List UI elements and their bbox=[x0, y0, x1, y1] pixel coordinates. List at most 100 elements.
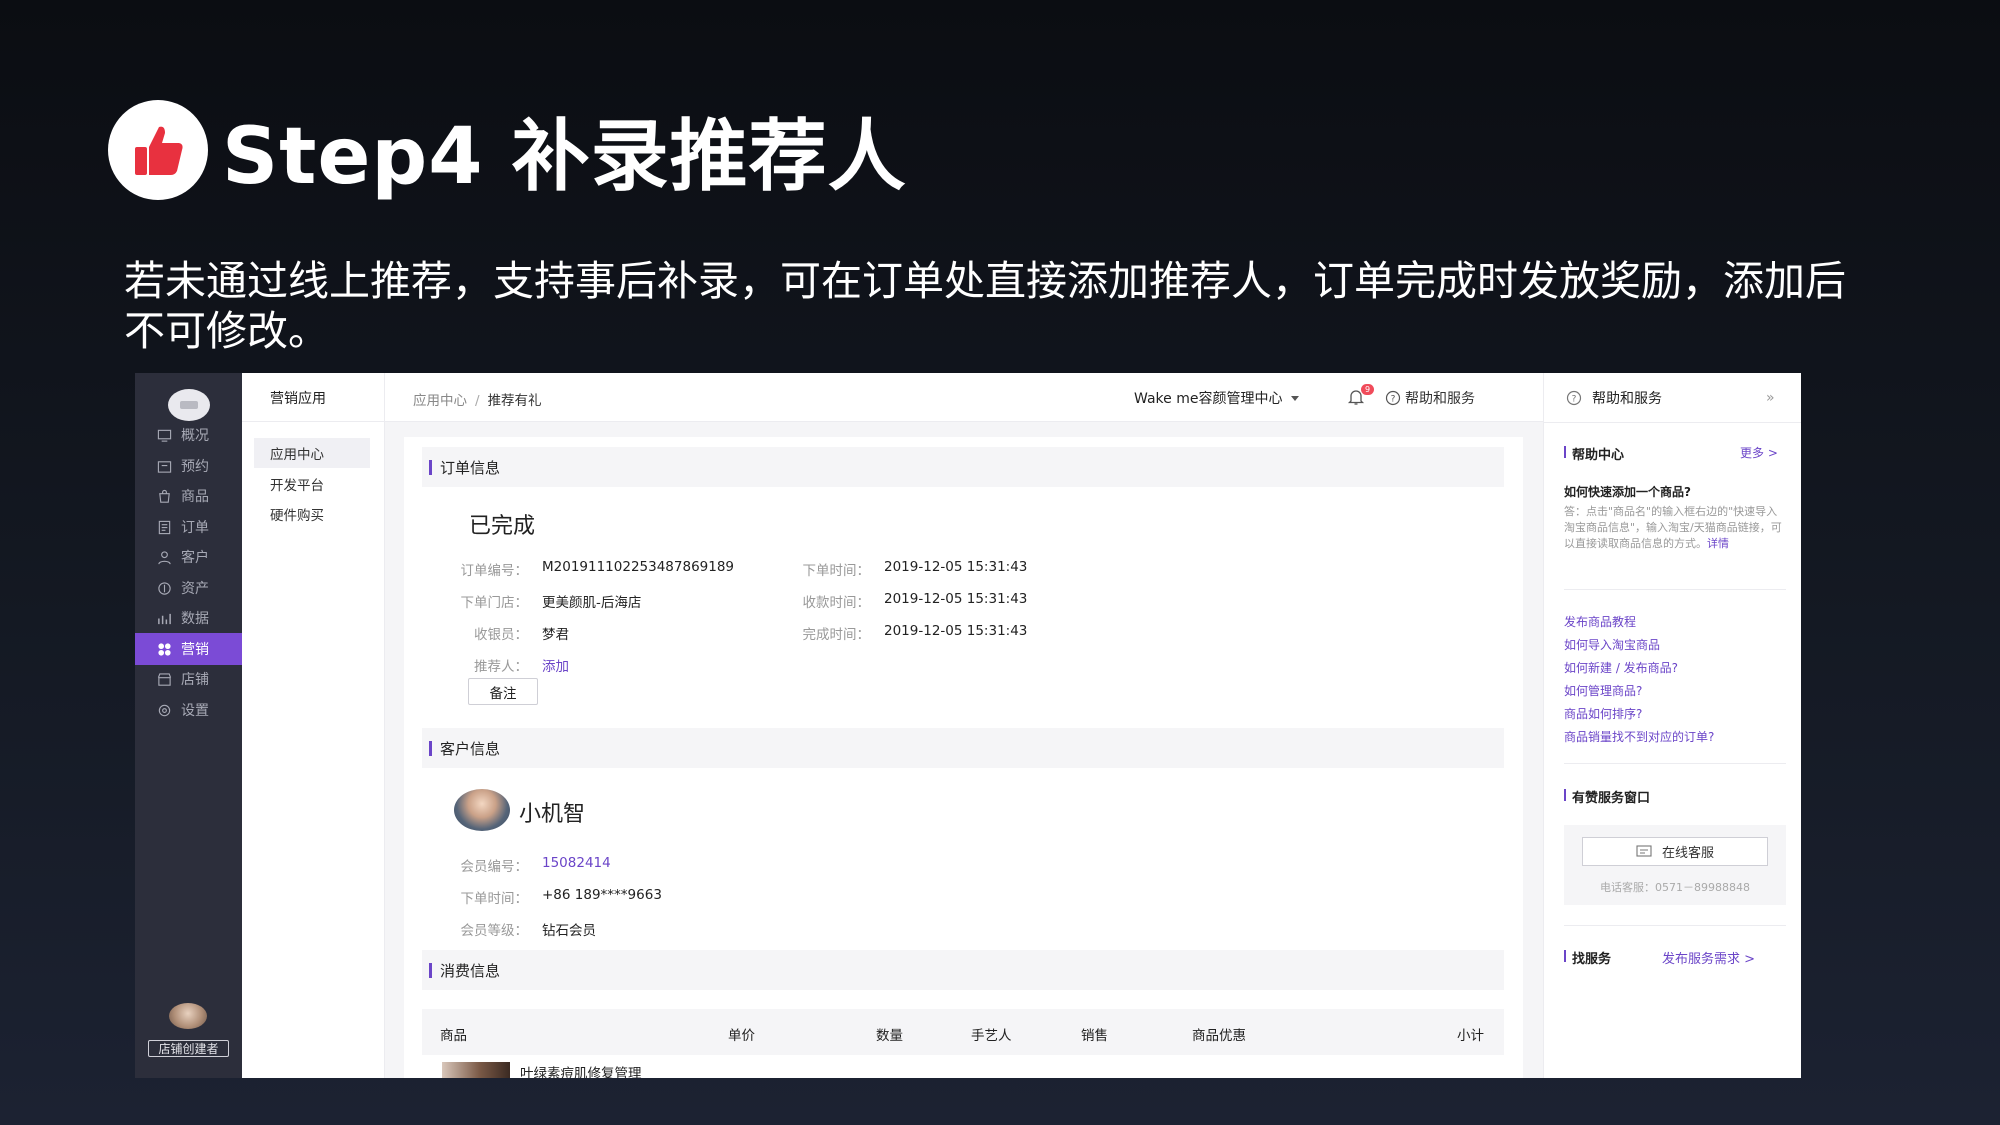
section-order-info: 订单信息 bbox=[422, 447, 1504, 487]
member-level-value: 钻石会员 bbox=[542, 923, 596, 939]
service-window-heading: 有赞服务窗口 bbox=[1564, 787, 1650, 806]
subnav-item-dev-platform[interactable]: 开发平台 bbox=[254, 469, 370, 499]
member-number-row: 会员编号： 15082414 bbox=[452, 855, 611, 875]
store-icon bbox=[157, 672, 172, 686]
cashier-label: 收银员： bbox=[474, 627, 528, 643]
add-referrer-link[interactable]: 添加 bbox=[542, 655, 569, 675]
help-panel: ? 帮助和服务 » 帮助中心 更多 > 如何快速添加一个商品? 答：点击"商品名… bbox=[1543, 373, 1801, 1078]
finish-time-label: 完成时间： bbox=[802, 627, 871, 643]
top-bar: 应用中心 / 推荐有礼 Wake me容颜管理中心 9 ? 帮助和服务 bbox=[385, 373, 1543, 422]
subnav-item-hardware[interactable]: 硬件购买 bbox=[254, 499, 370, 529]
help-link[interactable]: 如何导入淘宝商品 bbox=[1564, 636, 1660, 653]
store-selector[interactable]: Wake me容颜管理中心 bbox=[1134, 388, 1300, 408]
help-label: 帮助和服务 bbox=[1405, 391, 1475, 407]
help-center-heading: 帮助中心 bbox=[1564, 444, 1624, 463]
user-icon bbox=[158, 550, 171, 564]
question-icon: ? bbox=[1385, 390, 1401, 406]
online-service-button[interactable]: 在线客服 bbox=[1582, 837, 1768, 866]
subnav-item-app-center[interactable]: 应用中心 bbox=[254, 438, 370, 468]
nav-item-settings[interactable]: 设置 bbox=[135, 694, 242, 726]
member-number-link[interactable]: 15082414 bbox=[542, 855, 611, 875]
avatar[interactable] bbox=[169, 1003, 207, 1029]
breadcrumb-parent[interactable]: 应用中心 bbox=[413, 393, 467, 409]
nav-item-overview[interactable]: 概况 bbox=[135, 419, 242, 451]
nav-item-booking[interactable]: 预约 bbox=[135, 450, 242, 482]
pay-time-label: 收款时间： bbox=[802, 595, 871, 611]
nav-item-store[interactable]: 店铺 bbox=[135, 663, 242, 695]
nav-item-label: 营销 bbox=[181, 642, 209, 658]
post-service-request-link[interactable]: 发布服务需求 > bbox=[1662, 948, 1755, 967]
table-row: 叶绿素痘肌修复管理 bbox=[422, 1055, 1504, 1078]
referrer-row: 推荐人： 添加 bbox=[452, 655, 569, 675]
help-link[interactable]: 商品销量找不到对应的订单? bbox=[1564, 728, 1714, 745]
monitor-icon bbox=[157, 429, 172, 442]
order-store-label: 下单门店： bbox=[460, 595, 529, 611]
column-header: 数量 bbox=[876, 1028, 903, 1044]
order-detail: 订单信息 已完成 订单编号： M201911102253487869189 下单… bbox=[404, 437, 1523, 1078]
list-icon bbox=[158, 520, 171, 534]
product-name: 叶绿素痘肌修复管理 bbox=[520, 1066, 642, 1078]
order-status: 已完成 bbox=[469, 514, 536, 539]
divider bbox=[242, 421, 385, 422]
finish-time-row: 完成时间： 2019-12-05 15:31:43 bbox=[794, 623, 1028, 643]
shop-logo[interactable] bbox=[168, 389, 210, 421]
cashier-value: 梦君 bbox=[542, 627, 569, 643]
product-thumbnail bbox=[442, 1062, 510, 1078]
help-detail-link[interactable]: 详情 bbox=[1707, 537, 1729, 550]
divider bbox=[1564, 763, 1786, 764]
nav-item-customers[interactable]: 客户 bbox=[135, 541, 242, 573]
bag-icon bbox=[159, 489, 170, 503]
help-panel-title: ? 帮助和服务 bbox=[1566, 388, 1662, 408]
side-navigation: 概况 预约 商品 订单 客户 资产 数据 营销 店铺 设置 店铺创建者 bbox=[135, 373, 242, 1078]
subnav-title: 营销应用 bbox=[270, 391, 326, 407]
secondary-navigation: 营销应用 应用中心 开发平台 硬件购买 bbox=[242, 373, 385, 1078]
help-link[interactable]: 如何管理商品? bbox=[1564, 682, 1642, 699]
divider bbox=[1544, 422, 1801, 423]
help-answer: 答：点击"商品名"的输入框右边的"快速导入淘宝商品信息"，输入淘宝/天猫商品链接… bbox=[1564, 504, 1788, 552]
chat-icon bbox=[1636, 844, 1652, 857]
member-number-label: 会员编号： bbox=[460, 859, 529, 875]
help-link[interactable]: 如何新建 / 发布商品? bbox=[1564, 659, 1678, 676]
help-link[interactable]: 发布商品教程 bbox=[1564, 613, 1636, 630]
note-button[interactable]: 备注 bbox=[468, 678, 538, 705]
online-service-label: 在线客服 bbox=[1661, 846, 1714, 861]
bar-chart-icon bbox=[158, 613, 171, 624]
member-level-row: 会员等级： 钻石会员 bbox=[452, 919, 597, 939]
nav-item-goods[interactable]: 商品 bbox=[135, 480, 242, 512]
creator-tag: 店铺创建者 bbox=[148, 1040, 229, 1057]
order-time-label: 下单时间： bbox=[802, 563, 871, 579]
help-service-link[interactable]: ? 帮助和服务 bbox=[1385, 388, 1475, 408]
pay-time-value: 2019-12-05 15:31:43 bbox=[884, 591, 1028, 607]
help-question[interactable]: 如何快速添加一个商品? bbox=[1564, 483, 1691, 500]
nav-item-assets[interactable]: 资产 bbox=[135, 572, 242, 604]
collapse-panel-icon[interactable]: » bbox=[1766, 390, 1775, 406]
nav-item-label: 客户 bbox=[181, 550, 209, 566]
thumbs-up-icon bbox=[108, 100, 208, 200]
app-window: 概况 预约 商品 订单 客户 资产 数据 营销 店铺 设置 店铺创建者 营销应用… bbox=[135, 373, 1801, 1078]
order-time-value: 2019-12-05 15:31:43 bbox=[884, 559, 1028, 575]
column-header: 商品优惠 bbox=[1192, 1028, 1246, 1044]
grid-icon bbox=[158, 642, 171, 656]
table-header: 商品 单价 数量 手艺人 销售 商品优惠 小计 bbox=[422, 1009, 1504, 1055]
nav-item-data[interactable]: 数据 bbox=[135, 602, 242, 634]
svg-text:?: ? bbox=[1391, 395, 1396, 405]
slide-description: 若未通过线上推荐，支持事后补录，可在订单处直接添加推荐人，订单完成时发放奖励，添… bbox=[124, 257, 1846, 355]
help-more-link[interactable]: 更多 > bbox=[1740, 444, 1778, 461]
coin-icon bbox=[158, 581, 171, 595]
column-header: 小计 bbox=[1457, 1028, 1484, 1044]
column-header: 商品 bbox=[440, 1028, 467, 1044]
help-link[interactable]: 商品如何排序? bbox=[1564, 705, 1642, 722]
nav-item-orders[interactable]: 订单 bbox=[135, 511, 242, 543]
divider bbox=[1564, 589, 1786, 590]
order-time-row: 下单时间： 2019-12-05 15:31:43 bbox=[794, 559, 1028, 579]
help-panel-title-text: 帮助和服务 bbox=[1592, 391, 1662, 407]
customer-time-label: 下单时间： bbox=[460, 891, 529, 907]
breadcrumb: 应用中心 / 推荐有礼 bbox=[413, 389, 542, 409]
nav-item-label: 数据 bbox=[181, 611, 209, 627]
cashier-row: 收银员： 梦君 bbox=[452, 623, 569, 643]
finish-time-value: 2019-12-05 15:31:43 bbox=[884, 623, 1028, 639]
pay-time-row: 收款时间： 2019-12-05 15:31:43 bbox=[794, 591, 1028, 611]
nav-item-label: 店铺 bbox=[181, 672, 209, 688]
question-icon: ? bbox=[1566, 390, 1582, 406]
nav-item-marketing[interactable]: 营销 bbox=[135, 633, 242, 665]
